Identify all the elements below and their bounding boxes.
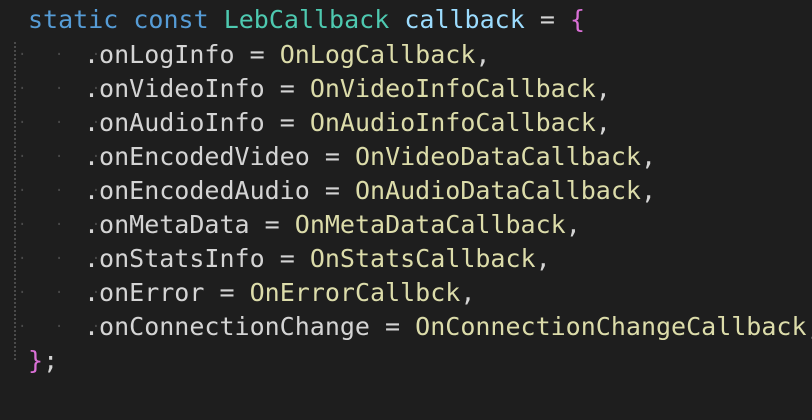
member-field: .onVideoInfo <box>84 74 265 103</box>
code-line-member: .onVideoInfo = OnVideoInfoCallback, <box>84 72 611 106</box>
code-line-member: .onError = OnErrorCallbck, <box>84 276 475 310</box>
type-name: LebCallback <box>223 5 390 34</box>
code-line-member: .onEncodedVideo = OnVideoDataCallback, <box>84 140 656 174</box>
code-line-member: .onLogInfo = OnLogCallback, <box>84 38 490 72</box>
code-line-member: .onAudioInfo = OnAudioInfoCallback, <box>84 106 611 140</box>
member-value: OnVideoDataCallback <box>354 142 641 171</box>
member-value: OnAudioDataCallback <box>354 176 641 205</box>
whitespace-marker: · · · · <box>18 183 148 199</box>
comma: , <box>640 142 657 171</box>
whitespace-marker: · · · · <box>18 285 148 301</box>
assign-operator: = <box>279 244 295 273</box>
indent-guide <box>14 42 16 360</box>
close-brace: } <box>28 346 44 375</box>
member-field: .onEncodedVideo <box>84 142 310 171</box>
assign-operator: = <box>219 278 235 307</box>
code-line-declaration: static const LebCallback callback = { <box>28 3 585 37</box>
member-field: .onConnectionChange <box>84 312 370 341</box>
code-line-member: .onMetaData = OnMetaDataCallback, <box>84 208 581 242</box>
comma: , <box>807 312 812 341</box>
member-value: OnStatsCallback <box>309 244 536 273</box>
member-field: .onAudioInfo <box>84 108 265 137</box>
member-value: OnVideoInfoCallback <box>309 74 596 103</box>
comma: , <box>460 278 476 307</box>
comma: , <box>595 74 611 103</box>
semicolon: ; <box>43 346 59 375</box>
assign-operator: = <box>279 74 295 103</box>
member-field: .onEncodedAudio <box>84 176 310 205</box>
member-field: .onLogInfo <box>84 40 235 69</box>
whitespace-marker: · · · · <box>18 319 148 335</box>
assign-operator: = <box>324 142 340 171</box>
whitespace-marker: · · · · <box>18 81 148 97</box>
whitespace-marker: · · · · <box>18 47 148 63</box>
code-line-member: .onEncodedAudio = OnAudioDataCallback, <box>84 174 656 208</box>
whitespace-marker: · · · · <box>18 115 148 131</box>
member-value: OnLogCallback <box>279 40 476 69</box>
keyword-const: const <box>133 5 209 34</box>
assign-operator: = <box>279 108 295 137</box>
member-field: .onError <box>84 278 205 307</box>
code-line-member: .onConnectionChange = OnConnectionChange… <box>84 310 812 344</box>
assign-operator: = <box>264 210 280 239</box>
code-editor[interactable]: static const LebCallback callback = { · … <box>0 0 812 420</box>
code-line-member: .onStatsInfo = OnStatsCallback, <box>84 242 551 276</box>
member-field: .onStatsInfo <box>84 244 265 273</box>
member-value: OnConnectionChangeCallback <box>415 312 807 341</box>
comma: , <box>640 176 657 205</box>
member-field: .onMetaData <box>84 210 250 239</box>
keyword-static: static <box>28 5 119 34</box>
assign-operator: = <box>249 40 265 69</box>
variable-name: callback <box>404 5 525 34</box>
whitespace-marker: · · · · <box>18 217 148 233</box>
open-brace: { <box>569 5 586 34</box>
whitespace-marker: · · · · <box>18 251 148 267</box>
code-line-closing: }; <box>28 344 58 378</box>
comma: , <box>565 210 581 239</box>
member-value: OnAudioInfoCallback <box>309 108 596 137</box>
comma: , <box>475 40 491 69</box>
comma: , <box>595 108 611 137</box>
member-value: OnMetaDataCallback <box>294 210 566 239</box>
whitespace-marker: · · · · <box>18 149 148 165</box>
member-value: OnErrorCallbck <box>249 278 461 307</box>
assign-operator: = <box>385 312 401 341</box>
comma: , <box>535 244 551 273</box>
assign-operator: = <box>324 176 340 205</box>
assign-operator: = <box>539 5 555 34</box>
